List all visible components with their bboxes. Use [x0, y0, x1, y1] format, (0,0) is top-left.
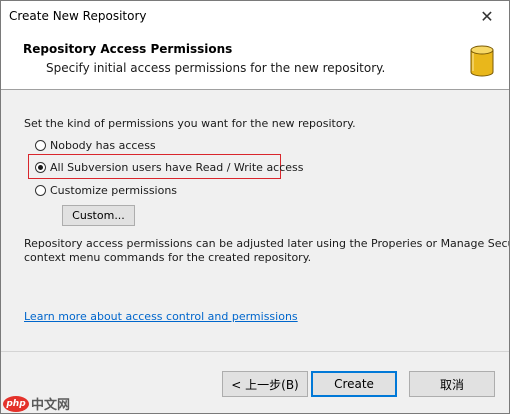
radio-customize-label: Customize permissions — [50, 183, 178, 197]
wizard-header: Repository Access Permissions Specify in… — [1, 32, 509, 90]
footer-separator — [1, 351, 509, 352]
radio-customize-control[interactable] — [35, 184, 46, 196]
close-button[interactable]: ✕ — [465, 1, 509, 32]
radio-customize[interactable]: Customize permissions — [35, 181, 177, 199]
close-icon: ✕ — [480, 7, 494, 26]
radio-nobody-label: Nobody has access — [50, 138, 156, 152]
watermark-text: 中文网 — [31, 398, 71, 413]
radio-nobody[interactable]: Nobody has access — [35, 136, 156, 154]
window-title: Create New Repository — [9, 9, 147, 23]
permissions-note-line1: Repository access permissions can be adj… — [24, 237, 510, 250]
watermark: php 中文网 — [3, 394, 70, 413]
page-title: Repository Access Permissions — [23, 42, 233, 56]
radio-nobody-control[interactable] — [35, 139, 46, 151]
radio-all-users-control[interactable] — [35, 161, 46, 173]
back-button[interactable]: < 上一步(B) — [222, 371, 308, 397]
radio-all-users-label: All Subversion users have Read / Write a… — [50, 160, 304, 174]
title-bar: Create New Repository ✕ — [1, 1, 509, 32]
permissions-note-line2: context menu commands for the created re… — [24, 251, 312, 264]
watermark-logo: php — [3, 395, 29, 412]
dialog-window: Create New Repository ✕ Repository Acces… — [0, 0, 510, 414]
cancel-button[interactable]: 取消 — [409, 371, 495, 397]
permissions-prompt: Set the kind of permissions you want for… — [24, 117, 356, 130]
custom-button[interactable]: Custom... — [62, 205, 135, 226]
database-icon — [470, 45, 494, 77]
create-button[interactable]: Create — [311, 371, 397, 397]
help-link[interactable]: Learn more about access control and perm… — [24, 310, 298, 323]
page-subtitle: Specify initial access permissions for t… — [46, 61, 386, 75]
radio-all-users[interactable]: All Subversion users have Read / Write a… — [35, 158, 304, 176]
